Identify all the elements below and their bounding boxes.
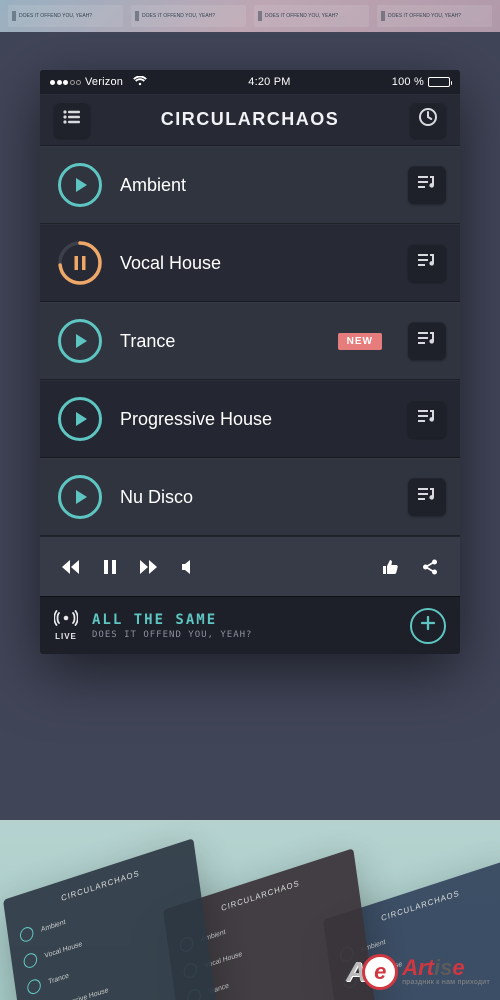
app-header: CIRCULARCHAOS — [40, 94, 460, 146]
rewind-button[interactable] — [62, 560, 80, 574]
phone-mockup: Verizon 4:20 PM 100 % CIRCULARCHAOS — [40, 70, 460, 654]
battery-pct: 100 % — [392, 76, 424, 88]
volume-button[interactable] — [182, 560, 196, 574]
share-button[interactable] — [422, 559, 438, 575]
playlist-button[interactable] — [408, 166, 446, 204]
plus-icon — [421, 616, 435, 635]
play-icon — [76, 334, 87, 348]
battery-icon — [428, 77, 450, 87]
genre-label: Trance — [120, 331, 320, 352]
list-item[interactable]: Progressive House — [40, 380, 460, 458]
broadcast-icon — [54, 610, 78, 631]
history-button[interactable] — [410, 102, 446, 138]
now-playing-bar: LIVE ALL THE SAME DOES IT OFFEND YOU, YE… — [40, 596, 460, 654]
playlist-button[interactable] — [408, 244, 446, 282]
mini-card: DOES IT OFFEND YOU, YEAH? — [254, 5, 369, 27]
top-preview-strip: DOES IT OFFEND YOU, YEAH? DOES IT OFFEND… — [0, 0, 500, 32]
genre-label: Progressive House — [120, 409, 390, 430]
carrier-label: Verizon — [85, 76, 123, 88]
play-button[interactable] — [58, 397, 102, 441]
list-item[interactable]: Trance NEW — [40, 302, 460, 380]
watermark-tagline: праздник к нам приходит — [402, 979, 490, 986]
status-time: 4:20 PM — [147, 76, 392, 88]
wifi-icon — [133, 76, 147, 89]
watermark-brand: Artise — [402, 958, 490, 978]
live-label: LIVE — [55, 632, 77, 641]
like-button[interactable] — [382, 559, 398, 575]
mini-card: DOES IT OFFEND YOU, YEAH? — [131, 5, 246, 27]
genre-label: Ambient — [120, 175, 390, 196]
playlist-icon — [417, 175, 437, 196]
watermark-badge-e: e — [362, 954, 398, 990]
pause-button[interactable] — [58, 241, 102, 285]
mini-card: DOES IT OFFEND YOU, YEAH? — [377, 5, 492, 27]
list-item[interactable]: Vocal House — [40, 224, 460, 302]
play-icon — [76, 490, 87, 504]
pause-button[interactable] — [104, 560, 116, 574]
genre-label: Nu Disco — [120, 487, 390, 508]
progress-ring-icon — [58, 241, 102, 285]
menu-button[interactable] — [54, 102, 90, 138]
play-button[interactable] — [58, 163, 102, 207]
play-button[interactable] — [58, 319, 102, 363]
live-indicator: LIVE — [54, 610, 78, 641]
playlist-icon — [417, 331, 437, 352]
play-icon — [76, 412, 87, 426]
preview-card: CIRCULARCHAOS Ambient Vocal House Trance… — [3, 838, 237, 1000]
play-icon — [76, 178, 87, 192]
signal-dots-icon — [50, 80, 81, 85]
mini-card: DOES IT OFFEND YOU, YEAH? — [8, 5, 123, 27]
list-item[interactable]: Ambient — [40, 146, 460, 224]
add-button[interactable] — [410, 608, 446, 644]
player-controls — [40, 536, 460, 596]
app-title: CIRCULARCHAOS — [90, 109, 410, 130]
playlist-button[interactable] — [408, 478, 446, 516]
genre-label: Vocal House — [120, 253, 390, 274]
new-badge: NEW — [338, 333, 382, 350]
play-button[interactable] — [58, 475, 102, 519]
genre-list: Ambient Vocal House — [40, 146, 460, 536]
clock-icon — [418, 107, 438, 132]
list-item[interactable]: Nu Disco — [40, 458, 460, 536]
track-artist: DOES IT OFFEND YOU, YEAH? — [92, 630, 396, 640]
playlist-button[interactable] — [408, 322, 446, 360]
playlist-button[interactable] — [408, 400, 446, 438]
forward-button[interactable] — [140, 560, 158, 574]
list-icon — [63, 110, 81, 129]
watermark: A e Artise праздник к нам приходит — [346, 954, 490, 990]
playlist-icon — [417, 409, 437, 430]
playlist-icon — [417, 487, 437, 508]
playlist-icon — [417, 253, 437, 274]
status-bar: Verizon 4:20 PM 100 % — [40, 70, 460, 94]
track-title: ALL THE SAME — [92, 612, 396, 628]
